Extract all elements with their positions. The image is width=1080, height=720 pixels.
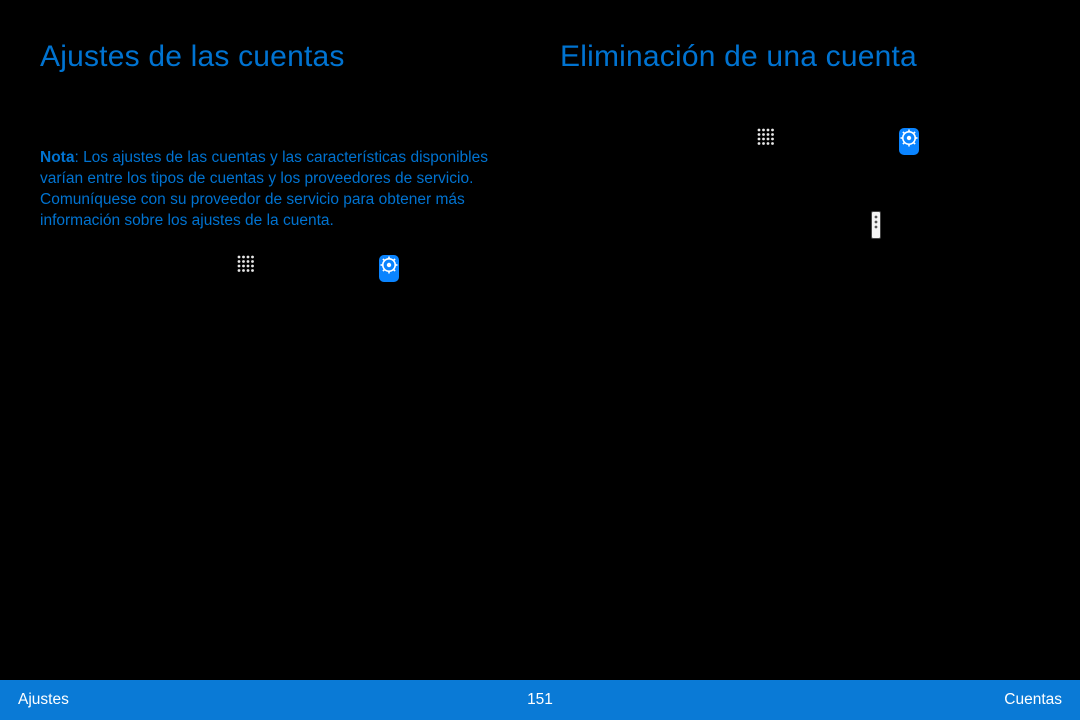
step-2: Pulse en Cuentas > [Tipo de cuenta]. xyxy=(40,298,500,321)
footer-left: Ajustes xyxy=(18,691,69,709)
steps-list-left: Desde inicio, pulse en Aplicaciones > Aj… xyxy=(40,254,500,416)
r3-pre: Pulse en la cuenta y después pulse en xyxy=(598,213,868,230)
r3-remove-label: Eliminar cuenta xyxy=(598,242,713,259)
step2-pre: Pulse en xyxy=(78,301,143,318)
more-options-icon xyxy=(871,211,881,238)
note-body: : Los ajustes de las cuentas y las carac… xyxy=(40,149,488,229)
footer-page-number: 151 xyxy=(527,691,553,709)
r2-accounts-label: Cuentas xyxy=(663,174,724,191)
apps-grid-icon xyxy=(757,128,775,153)
r3-end: . xyxy=(718,242,722,259)
heading-account-settings: Ajustes de las cuentas xyxy=(40,40,500,74)
apps-grid-icon xyxy=(237,255,255,280)
settings-gear-icon xyxy=(899,128,919,155)
note-label: Nota xyxy=(40,149,74,166)
step-3: Pulse en una cuenta para configurar los … xyxy=(40,337,500,415)
intro-text-right: Puede eliminar cuentas del dispositivo. xyxy=(560,92,1040,113)
note-block: Nota: Los ajustes de las cuentas y las c… xyxy=(40,148,500,232)
step1-apps-label: Aplicaciones xyxy=(262,257,358,274)
footer-right: Cuentas xyxy=(1004,691,1062,709)
r3-more-label: Más opciones xyxy=(888,213,991,230)
step-r3: Pulse en la cuenta y después pulse en Má… xyxy=(560,210,1040,262)
intro-text: Cada cuenta tiene sus propios ajustes. A… xyxy=(40,92,500,134)
step2-tail: [Tipo de cuenta]. xyxy=(221,301,336,318)
step1-settings-label: Ajustes xyxy=(406,257,462,274)
step1-sep: > xyxy=(362,257,375,274)
r1-end: . xyxy=(986,130,990,147)
r1-settings-label: Ajustes xyxy=(926,130,982,147)
step-r2: Pulse en Cuentas > [Tipo de cuenta]. xyxy=(560,171,1040,194)
step1-end: . xyxy=(466,257,470,274)
settings-gear-icon xyxy=(379,255,399,282)
step3-sublist: Pulse en un campo para configurar ajuste… xyxy=(78,370,500,415)
step-1: Desde inicio, pulse en Aplicaciones > Aj… xyxy=(40,254,500,282)
r1-sep: > xyxy=(882,130,895,147)
left-column: Ajustes de las cuentas Cada cuenta tiene… xyxy=(0,0,540,665)
step-r1: Desde inicio, pulse en Aplicaciones > Aj… xyxy=(560,127,1040,155)
step2-sep: > xyxy=(208,301,221,318)
step3-bullet: Pulse en un campo para configurar ajuste… xyxy=(78,370,500,415)
step3-pre: Pulse en una cuenta para configurar los … xyxy=(78,340,498,357)
right-column: Eliminación de una cuenta Puede eliminar… xyxy=(540,0,1080,665)
r2-sep: > xyxy=(728,174,741,191)
steps-list-right: Desde inicio, pulse en Aplicaciones > Aj… xyxy=(560,127,1040,262)
r2-pre: Pulse en xyxy=(598,174,663,191)
step1-pre: Desde inicio, pulse en xyxy=(78,257,234,274)
page-footer: Ajustes 151 Cuentas xyxy=(0,680,1080,720)
r3-sep: > xyxy=(995,213,1004,230)
r1-apps-label: Aplicaciones xyxy=(782,130,878,147)
r2-tail: [Tipo de cuenta]. xyxy=(741,174,856,191)
step2-accounts-label: Cuentas xyxy=(143,301,204,318)
heading-delete-account: Eliminación de una cuenta xyxy=(560,40,1040,74)
r1-pre: Desde inicio, pulse en xyxy=(598,130,754,147)
